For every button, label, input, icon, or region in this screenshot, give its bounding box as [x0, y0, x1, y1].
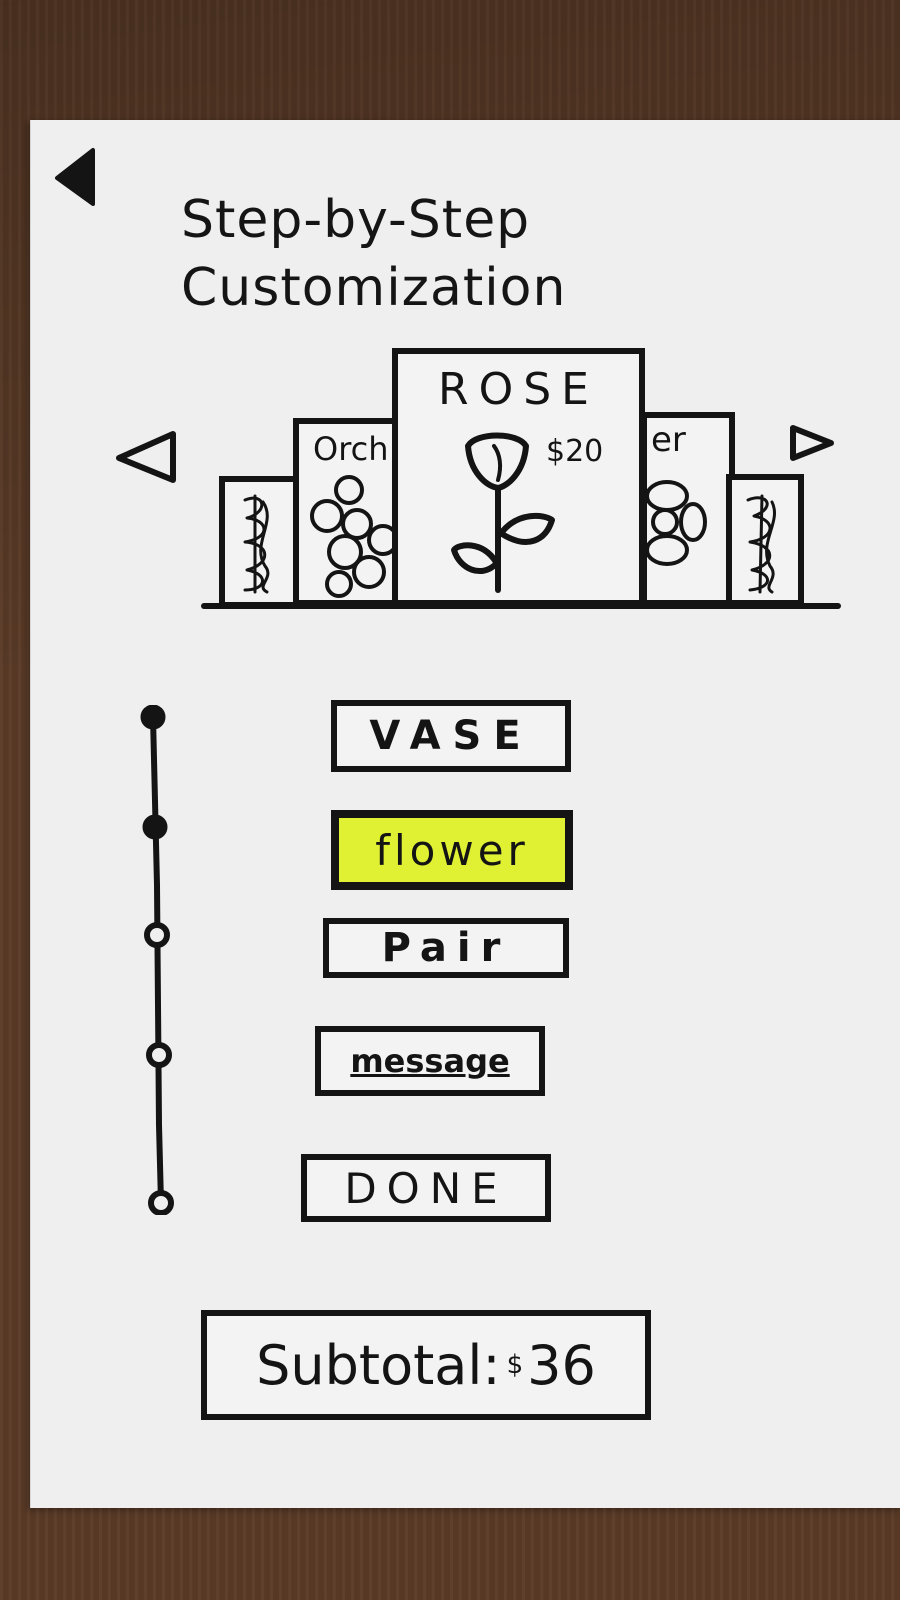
progress-stepper: [140, 705, 174, 1215]
carousel-item-flower[interactable]: er: [641, 412, 735, 606]
step-flower-button[interactable]: flower: [331, 810, 573, 890]
page-title-line-1: Step-by-Step: [181, 190, 531, 250]
step-dot-pair: [144, 922, 170, 948]
step-dot-message: [146, 1042, 172, 1068]
app-screen: Step-by-Step Customization Orch ROSE $20…: [30, 120, 900, 1508]
carousel-shelf-line: [201, 603, 841, 609]
page-title: Step-by-Step Customization: [181, 186, 566, 322]
daisy-flower-icon: [647, 480, 707, 566]
subtotal-box: Subtotal: $ 36: [201, 1310, 651, 1420]
carousel-item-rose[interactable]: ROSE $20: [392, 348, 645, 606]
step-vase-button[interactable]: VASE: [331, 700, 571, 772]
subtotal-currency: $: [506, 1350, 524, 1380]
carousel-next-button[interactable]: [781, 418, 841, 468]
orchid-flower-icon: [310, 475, 397, 598]
rose-flower-icon: [451, 432, 555, 593]
triangle-left-outline-icon: [116, 431, 176, 483]
carousel-item-orchid[interactable]: Orch: [293, 418, 403, 606]
step-done-button[interactable]: DONE: [301, 1154, 551, 1222]
step-pair-button[interactable]: Pair: [323, 918, 569, 978]
carousel-item-far-right[interactable]: [726, 474, 804, 606]
carousel-prev-button[interactable]: [111, 428, 181, 488]
step-dot-vase: [140, 705, 166, 730]
step-message-button[interactable]: message: [315, 1026, 545, 1096]
scribble-flower-icon: [243, 494, 270, 594]
subtotal-label: Subtotal:: [256, 1333, 501, 1397]
back-arrow-icon: [55, 148, 95, 206]
carousel-item-far-left[interactable]: [219, 476, 299, 608]
triangle-right-outline-icon: [790, 425, 834, 461]
scribble-flower-icon: [746, 494, 776, 594]
step-dot-flower: [142, 814, 168, 840]
flower-carousel: Orch ROSE $20 er: [101, 348, 861, 638]
step-dot-done: [148, 1190, 174, 1215]
back-button[interactable]: [53, 146, 97, 208]
subtotal-amount: 36: [527, 1333, 596, 1397]
page-title-line-2: Customization: [181, 258, 567, 318]
